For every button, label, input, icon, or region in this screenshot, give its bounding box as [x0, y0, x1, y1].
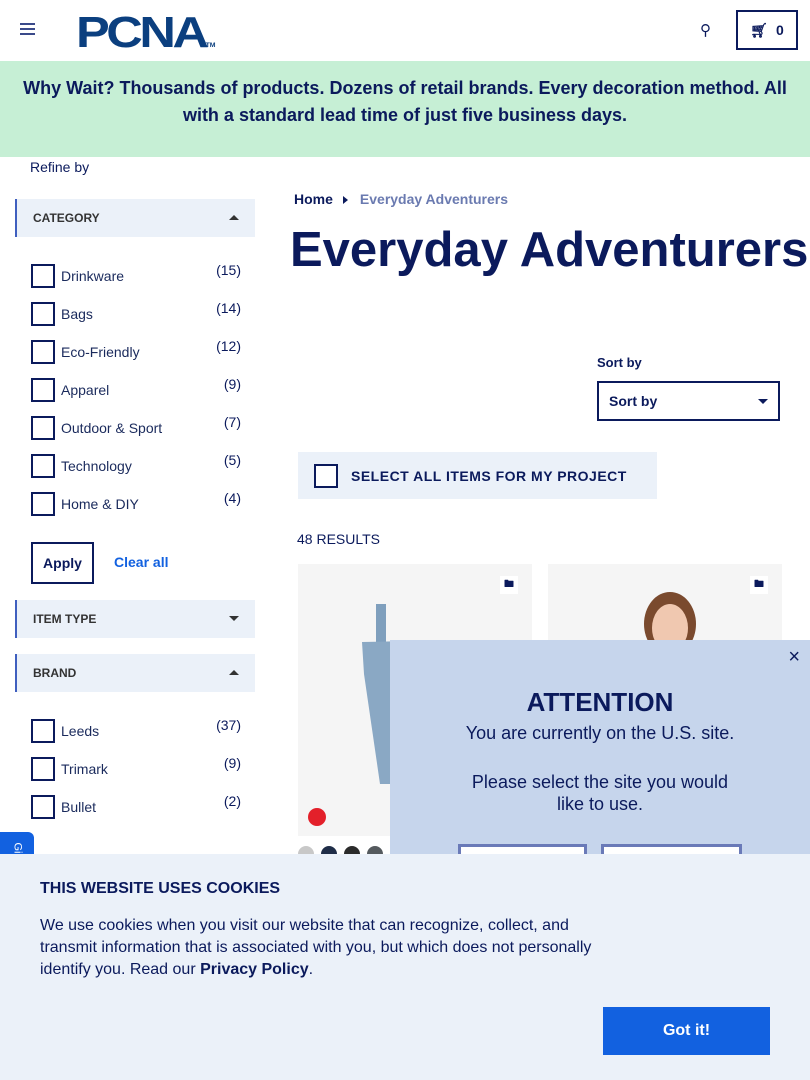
select-all-checkbox[interactable]: SELECT ALL ITEMS FOR MY PROJECT — [298, 452, 657, 499]
filter-label: Bullet — [61, 799, 97, 815]
checkbox[interactable] — [31, 378, 55, 402]
filter-option[interactable]: Apparel (9) — [31, 376, 241, 402]
filter-count: (9) — [223, 755, 241, 771]
folder-icon[interactable]: 🖿︎ — [500, 576, 518, 594]
filter-label: Home & DIY — [61, 496, 139, 512]
account-icon[interactable]: ⚲ — [700, 21, 711, 39]
cookie-text: We use cookies when you visit our websit… — [40, 915, 610, 981]
hamburger-menu-icon[interactable] — [20, 23, 35, 38]
filter-count: (37) — [216, 717, 241, 733]
site-select-modal: × ATTENTION You are currently on the U.S… — [390, 640, 810, 880]
apply-button[interactable]: Apply — [31, 542, 94, 584]
filter-option[interactable]: Eco-Friendly (12) — [31, 338, 241, 364]
cookie-body: We use cookies when you visit our websit… — [40, 917, 592, 978]
checkbox[interactable] — [314, 463, 338, 488]
caret-up-icon — [229, 670, 239, 675]
filter-option[interactable]: Outdoor & Sport (7) — [31, 414, 241, 440]
filter-count: (5) — [223, 452, 241, 468]
clear-all-link[interactable]: Clear all — [114, 554, 168, 570]
accordion-title: CATEGORY — [33, 211, 100, 225]
cart-count: 0 — [775, 22, 784, 38]
pcna-logo[interactable]: PCNATM — [76, 8, 216, 58]
filter-count: (15) — [216, 262, 241, 278]
accordion-title: BRAND — [33, 666, 77, 680]
accordion-title: ITEM TYPE — [33, 612, 97, 626]
filter-option[interactable]: Leeds (37) — [31, 717, 241, 743]
filter-option[interactable]: Home & DIY (4) — [31, 490, 241, 516]
filter-option[interactable]: Bags (14) — [31, 300, 241, 326]
modal-text: Please select the site you would like to… — [471, 772, 729, 814]
checkbox[interactable] — [31, 340, 55, 364]
sort-label: Sort by — [597, 355, 642, 370]
filter-label: Trimark — [61, 761, 108, 777]
sort-select[interactable]: Sort by — [597, 381, 780, 421]
page-title: Everyday Adventurers — [290, 223, 809, 277]
cart-button[interactable]: 🛒︎ 0 — [736, 10, 798, 50]
caret-up-icon — [229, 215, 239, 220]
logo-text: PCNA — [76, 8, 209, 57]
got-it-button[interactable]: Got it! — [603, 1007, 770, 1055]
filter-label: Technology — [61, 458, 132, 474]
privacy-policy-link[interactable]: Privacy Policy — [200, 961, 309, 978]
filter-label: Eco-Friendly — [61, 344, 140, 360]
feedback-tab-label: Gi — [11, 842, 24, 854]
item-type-accordion[interactable]: ITEM TYPE — [15, 600, 255, 638]
cookie-title: THIS WEBSITE USES COOKIES — [40, 880, 281, 897]
filter-option[interactable]: Drinkware (15) — [31, 262, 241, 288]
close-icon[interactable]: × — [788, 646, 800, 669]
site-header: PCNATM ⚲ 🛒︎ 0 — [0, 0, 810, 61]
checkbox[interactable] — [31, 416, 55, 440]
filter-count: (2) — [223, 793, 241, 809]
breadcrumb-home[interactable]: Home — [294, 191, 333, 207]
modal-text: You are currently on the U.S. site. — [465, 723, 735, 743]
filter-count: (12) — [216, 338, 241, 354]
cart-icon: 🛒︎ — [750, 21, 768, 38]
filter-option[interactable]: Trimark (9) — [31, 755, 241, 781]
checkbox[interactable] — [31, 492, 55, 516]
category-accordion[interactable]: CATEGORY — [15, 199, 255, 237]
checkbox[interactable] — [31, 757, 55, 781]
checkbox[interactable] — [31, 719, 55, 743]
checkbox[interactable] — [31, 795, 55, 819]
select-all-label: SELECT ALL ITEMS FOR MY PROJECT — [351, 467, 627, 484]
filter-label: Bags — [61, 306, 93, 322]
filter-count: (4) — [223, 490, 241, 506]
folder-icon[interactable]: 🖿︎ — [750, 576, 768, 594]
filter-count: (7) — [223, 414, 241, 430]
filter-option[interactable]: Bullet (2) — [31, 793, 241, 819]
checkbox[interactable] — [31, 264, 55, 288]
logo-tm: TM — [205, 43, 216, 49]
filter-label: Leeds — [61, 723, 100, 739]
checkbox[interactable] — [31, 454, 55, 478]
filter-label: Drinkware — [61, 268, 125, 284]
filter-count: (9) — [223, 376, 241, 392]
filter-count: (14) — [216, 300, 241, 316]
refine-by-label: Refine by — [30, 159, 90, 175]
cookie-banner: THIS WEBSITE USES COOKIES We use cookies… — [0, 854, 810, 1080]
results-count: 48 RESULTS — [297, 531, 380, 547]
sort-value: Sort by — [609, 393, 658, 409]
cookie-end: . — [308, 961, 314, 978]
modal-title: ATTENTION — [526, 687, 674, 717]
promo-banner: Why Wait? Thousands of products. Dozens … — [0, 61, 810, 157]
breadcrumb: Home Everyday Adventurers — [294, 191, 508, 207]
caret-down-icon — [229, 616, 239, 621]
brand-accordion[interactable]: BRAND — [15, 654, 255, 692]
caret-down-icon — [758, 399, 768, 404]
filter-label: Outdoor & Sport — [61, 420, 163, 436]
breadcrumb-current: Everyday Adventurers — [359, 191, 509, 207]
checkbox[interactable] — [31, 302, 55, 326]
filter-label: Apparel — [61, 382, 110, 398]
filter-option[interactable]: Technology (5) — [31, 452, 241, 478]
brand-logo-icon — [308, 808, 326, 826]
chevron-right-icon — [342, 196, 348, 204]
